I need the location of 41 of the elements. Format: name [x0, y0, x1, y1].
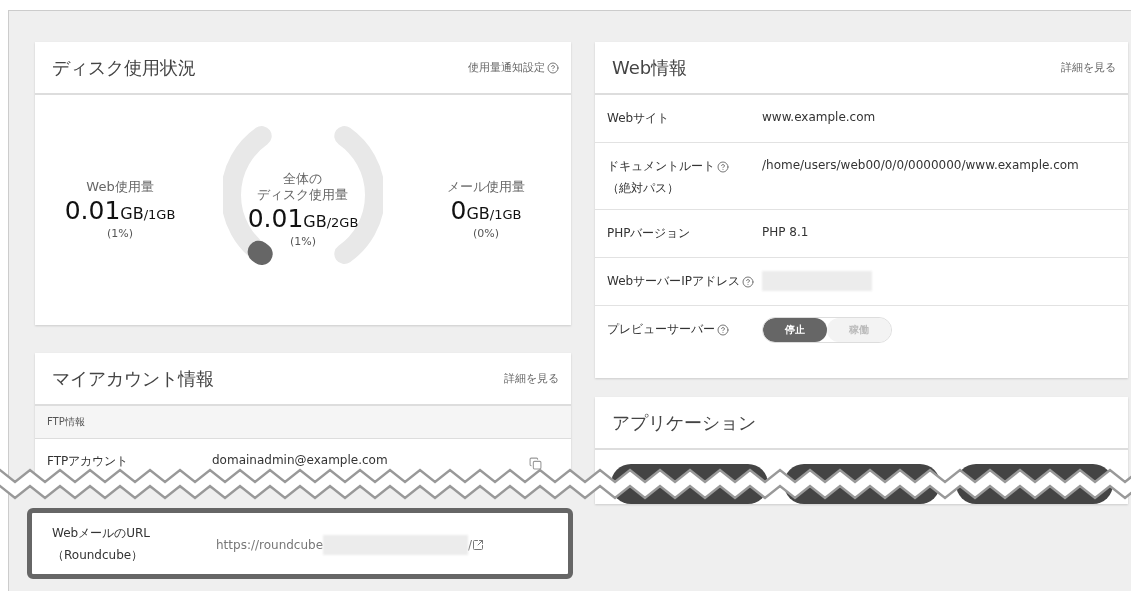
details-link[interactable]: 詳細を見る	[1061, 60, 1116, 75]
usage-amount: 0.01GB/2GB	[247, 204, 359, 234]
copy-icon[interactable]	[529, 457, 542, 470]
card-title: ディスク使用状況	[52, 55, 196, 80]
help-icon[interactable]	[741, 275, 754, 288]
notification-settings-link[interactable]: 使用量通知設定	[468, 60, 559, 75]
usage-label: メール使用量	[447, 179, 525, 195]
help-icon[interactable]	[717, 323, 729, 336]
external-link-icon[interactable]	[472, 538, 485, 551]
toggle-option[interactable]: 停止	[763, 318, 827, 342]
help-icon[interactable]	[547, 61, 559, 74]
url-slash: /	[468, 537, 473, 552]
usage-amount: 0.01GB/1GB	[64, 196, 176, 226]
usage-percent: (0%)	[472, 227, 499, 241]
card-title: アプリケーション	[612, 410, 756, 435]
row-label: WebサーバーIPアドレス	[607, 273, 762, 290]
row-label: PHPバージョン	[607, 225, 692, 242]
row-label: ドキュメントルート	[607, 158, 762, 175]
card-title: マイアカウント情報	[52, 366, 214, 391]
row-label: WebメールのURL	[52, 525, 151, 542]
usage-amount: 0GB/1GB	[450, 196, 522, 226]
usage-percent: (1%)	[106, 227, 133, 241]
row-label: （絶対パス）	[607, 180, 680, 197]
usage-percent: (1%)	[289, 235, 316, 249]
usage-label: 全体の	[283, 171, 323, 186]
usage-label: Web使用量	[86, 179, 154, 195]
details-link[interactable]: 詳細を見る	[504, 371, 559, 386]
row-value: www.example.com	[762, 110, 877, 124]
section-title: FTP情報	[47, 415, 85, 429]
row-label: （Roundcube）	[52, 547, 145, 564]
help-icon[interactable]	[717, 160, 729, 173]
row-value: /home/users/web00/0/0/0000000/www.example.com	[762, 158, 1080, 172]
row-label: Webサイト	[607, 110, 671, 127]
card-title: Web情報	[612, 55, 688, 80]
row-value: domainadmin@example.com	[212, 453, 389, 467]
row-value: PHP 8.1	[762, 225, 810, 239]
row-label: FTPアカウント	[47, 453, 130, 470]
webmail-url[interactable]: https://roundcube	[216, 537, 324, 552]
usage-label: ディスク使用量	[257, 188, 349, 203]
row-label: プレビューサーバー	[607, 321, 762, 338]
gauge-fill	[247, 240, 273, 265]
